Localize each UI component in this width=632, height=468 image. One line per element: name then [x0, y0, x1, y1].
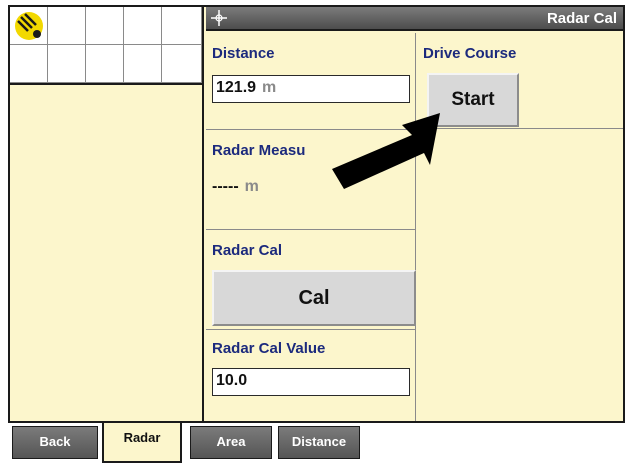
title-bar: Radar Cal [206, 7, 623, 31]
radar-cal-value: 10.0 [216, 372, 248, 389]
drive-course-label: Drive Course [423, 45, 517, 62]
radar-cal-label: Radar Cal [212, 242, 283, 259]
grid-divider [10, 83, 202, 85]
drive-course-column: Drive Course Start [417, 33, 623, 421]
tab-radar[interactable]: Radar [102, 423, 182, 463]
window-title: Radar Cal [546, 10, 617, 27]
grid-cell[interactable] [48, 7, 86, 45]
grid-cell[interactable] [86, 7, 124, 45]
left-panel [10, 7, 204, 421]
radar-cal-column: Distance 121.9 m Radar Measu ----- m Radar… [206, 33, 416, 421]
grid-cell[interactable] [86, 45, 124, 83]
radar-cal-value-label: Radar Cal Value [212, 340, 326, 357]
gps-satellite-icon [15, 12, 43, 40]
radar-measure-unit: m [244, 178, 259, 195]
tab-back[interactable]: Back [12, 426, 98, 459]
radar-measure-value: ----- [212, 178, 239, 195]
shortcut-grid [10, 7, 202, 83]
tab-bar: Back Radar Area Distance [8, 423, 625, 468]
radar-measure-label: Radar Measu [212, 142, 306, 159]
grid-cell[interactable] [124, 45, 162, 83]
distance-value: 121.9 [216, 79, 257, 96]
radar-cal-value-field[interactable]: 10.0 [212, 368, 410, 396]
tab-area[interactable]: Area [190, 426, 272, 459]
radar-cal-section: Radar Cal Cal [206, 230, 416, 330]
grid-cell[interactable] [48, 45, 86, 83]
display-frame: Radar Cal Distance 121.9 m Radar Measu --… [8, 5, 625, 423]
distance-label: Distance [212, 45, 275, 62]
radar-cal-value-section: Radar Cal Value 10.0 [206, 330, 416, 421]
crosshair-icon [211, 10, 227, 26]
tab-distance[interactable]: Distance [278, 426, 360, 459]
grid-cell[interactable] [124, 7, 162, 45]
grid-cell[interactable] [10, 45, 48, 83]
radar-measure-readout: ----- m [212, 178, 259, 196]
pointer-arrow-icon [332, 113, 440, 189]
distance-unit: m [262, 79, 277, 96]
grid-cell[interactable] [162, 45, 202, 83]
grid-cell[interactable] [162, 7, 202, 45]
distance-field[interactable]: 121.9 m [212, 75, 410, 103]
cal-button[interactable]: Cal [212, 270, 416, 326]
